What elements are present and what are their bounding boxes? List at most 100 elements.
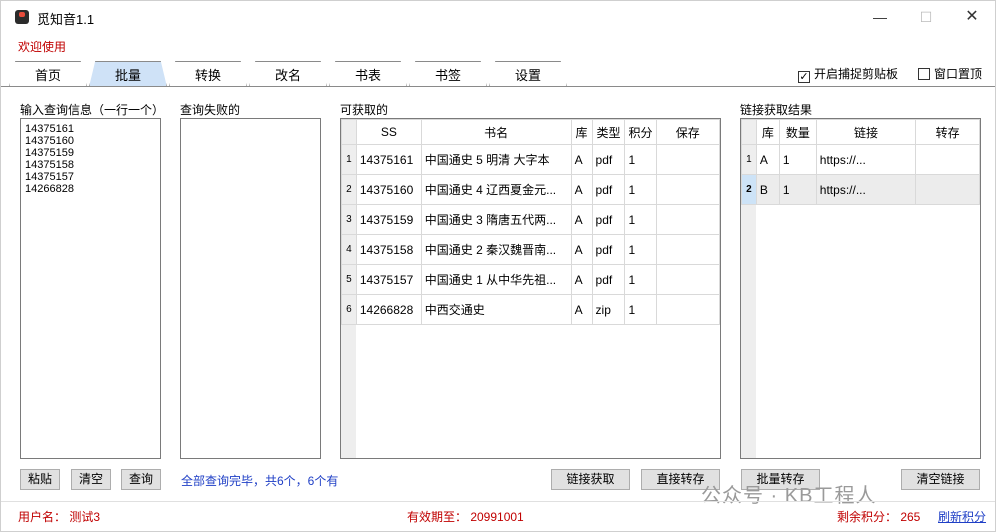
cell-lib[interactable]: A: [570, 144, 593, 175]
cell-score[interactable]: 1: [624, 264, 657, 295]
cell-type[interactable]: pdf: [591, 204, 626, 235]
tab-booklist[interactable]: 书表: [329, 61, 407, 87]
col-header[interactable]: 类型: [591, 119, 626, 145]
cell-score[interactable]: 1: [624, 294, 657, 325]
tab-label: 书签: [434, 68, 461, 83]
col-header[interactable]: 保存: [655, 119, 720, 145]
cell-score[interactable]: 1: [624, 174, 657, 205]
cell-score[interactable]: 1: [624, 144, 657, 175]
failed-list[interactable]: [180, 118, 321, 459]
paste-button[interactable]: 粘贴: [20, 469, 60, 490]
cell-lib[interactable]: A: [570, 264, 593, 295]
tab-label: 首页: [34, 68, 61, 83]
col-header[interactable]: 库: [570, 119, 593, 145]
row-number[interactable]: 1: [741, 144, 757, 175]
cell-count[interactable]: 1: [778, 174, 817, 205]
tab-bookmark[interactable]: 书签: [409, 61, 487, 87]
refresh-points-link[interactable]: 刷新积分: [938, 508, 986, 525]
cell-save[interactable]: [655, 294, 720, 325]
cell-save[interactable]: [915, 174, 980, 205]
cell-lib[interactable]: A: [570, 294, 593, 325]
cell-name[interactable]: 中国通史 4 辽西夏金元...: [420, 174, 572, 205]
col-header[interactable]: 书名: [420, 119, 572, 145]
row-number[interactable]: 2: [341, 174, 357, 205]
col-header[interactable]: 库: [755, 119, 780, 145]
cell-ss[interactable]: 14375159: [355, 204, 422, 235]
cell-type[interactable]: pdf: [591, 234, 626, 265]
tab-settings[interactable]: 设置: [489, 61, 567, 87]
points-text: 剩余积分： 265: [837, 510, 921, 524]
row-number[interactable]: 1: [341, 144, 357, 175]
tab-label: 批量: [114, 68, 141, 83]
cell-save[interactable]: [655, 204, 720, 235]
table-row[interactable]: 2 B 1 https://...: [741, 174, 980, 205]
clear-button[interactable]: 清空: [71, 469, 111, 490]
cell-ss[interactable]: 14375160: [355, 174, 422, 205]
window-title: 觅知音1.1: [37, 12, 95, 27]
row-number[interactable]: 2: [741, 174, 757, 205]
table-row[interactable]: 5 14375157 中国通史 1 从中华先祖... Apdf 1: [341, 264, 720, 295]
table-row[interactable]: 1 A 1 https://...: [741, 144, 980, 175]
cell-score[interactable]: 1: [624, 204, 657, 235]
cell-name[interactable]: 中国通史 3 隋唐五代两...: [420, 204, 572, 235]
table-row[interactable]: 1 14375161 中国通史 5 明清 大字本 Apdf 1: [341, 144, 720, 175]
cell-save[interactable]: [655, 144, 720, 175]
cell-score[interactable]: 1: [624, 234, 657, 265]
ontop-checkbox[interactable]: [918, 68, 930, 80]
cell-lib[interactable]: A: [755, 144, 780, 175]
col-header[interactable]: 转存: [915, 119, 980, 145]
query-input[interactable]: 14375161 14375160 14375159 14375158 14375157…: [20, 118, 161, 459]
row-number[interactable]: 5: [341, 264, 357, 295]
cell-ss[interactable]: 14266828: [355, 294, 422, 325]
cell-save[interactable]: [655, 174, 720, 205]
available-table[interactable]: SS 书名 库 类型 积分 保存 1 14375161 中国通史 5 明清 大字本 A…: [340, 118, 721, 459]
cell-count[interactable]: 1: [778, 144, 817, 175]
cell-ss[interactable]: 14375158: [355, 234, 422, 265]
col-header[interactable]: 链接: [815, 119, 917, 145]
cell-name[interactable]: 中国通史 5 明清 大字本: [420, 144, 572, 175]
cell-lib[interactable]: A: [570, 204, 593, 235]
ontop-option[interactable]: 窗口置顶: [918, 65, 982, 82]
table-row[interactable]: 4 14375158 中国通史 2 秦汉魏晋南... Apdf 1: [341, 234, 720, 265]
expiry-text: 有效期至： 20991001: [407, 510, 524, 524]
clipboard-option[interactable]: ✓ 开启捕捉剪贴板: [798, 65, 898, 83]
cell-type[interactable]: zip: [591, 294, 626, 325]
cell-name[interactable]: 中国通史 1 从中华先祖...: [420, 264, 572, 295]
tab-convert[interactable]: 转换: [169, 61, 247, 87]
col-header[interactable]: 积分: [624, 119, 657, 145]
col-header[interactable]: 数量: [778, 119, 817, 145]
table-row[interactable]: 6 14266828 中西交通史 Azip 1: [341, 294, 720, 325]
row-number[interactable]: 3: [341, 204, 357, 235]
tab-home[interactable]: 首页: [9, 61, 87, 87]
query-button[interactable]: 查询: [121, 469, 161, 490]
cell-type[interactable]: pdf: [591, 174, 626, 205]
table-row[interactable]: 3 14375159 中国通史 3 隋唐五代两... Apdf 1: [341, 204, 720, 235]
col-header[interactable]: SS: [355, 119, 422, 145]
cell-link[interactable]: https://...: [815, 144, 917, 175]
maximize-icon[interactable]: ☐: [903, 1, 949, 33]
cell-type[interactable]: pdf: [591, 144, 626, 175]
cell-name[interactable]: 中西交通史: [420, 294, 572, 325]
close-icon[interactable]: ✕: [949, 1, 995, 33]
cell-ss[interactable]: 14375161: [355, 144, 422, 175]
cell-save[interactable]: [915, 144, 980, 175]
clear-links-button[interactable]: 清空链接: [901, 469, 980, 490]
minimize-icon[interactable]: —: [857, 1, 903, 33]
cell-save[interactable]: [655, 264, 720, 295]
cell-link[interactable]: https://...: [815, 174, 917, 205]
links-table[interactable]: 库 数量 链接 转存 1 A 1 https://... 2 B 1 https://...: [740, 118, 981, 459]
tab-batch[interactable]: 批量: [89, 61, 167, 87]
cell-name[interactable]: 中国通史 2 秦汉魏晋南...: [420, 234, 572, 265]
cell-lib[interactable]: A: [570, 174, 593, 205]
get-link-button[interactable]: 链接获取: [551, 469, 630, 490]
row-number[interactable]: 6: [341, 294, 357, 325]
cell-lib[interactable]: A: [570, 234, 593, 265]
table-row[interactable]: 2 14375160 中国通史 4 辽西夏金元... Apdf 1: [341, 174, 720, 205]
cell-type[interactable]: pdf: [591, 264, 626, 295]
cell-lib[interactable]: B: [755, 174, 780, 205]
clipboard-checkbox[interactable]: ✓: [798, 71, 810, 83]
cell-ss[interactable]: 14375157: [355, 264, 422, 295]
row-number[interactable]: 4: [341, 234, 357, 265]
cell-save[interactable]: [655, 234, 720, 265]
tab-rename[interactable]: 改名: [249, 61, 327, 87]
